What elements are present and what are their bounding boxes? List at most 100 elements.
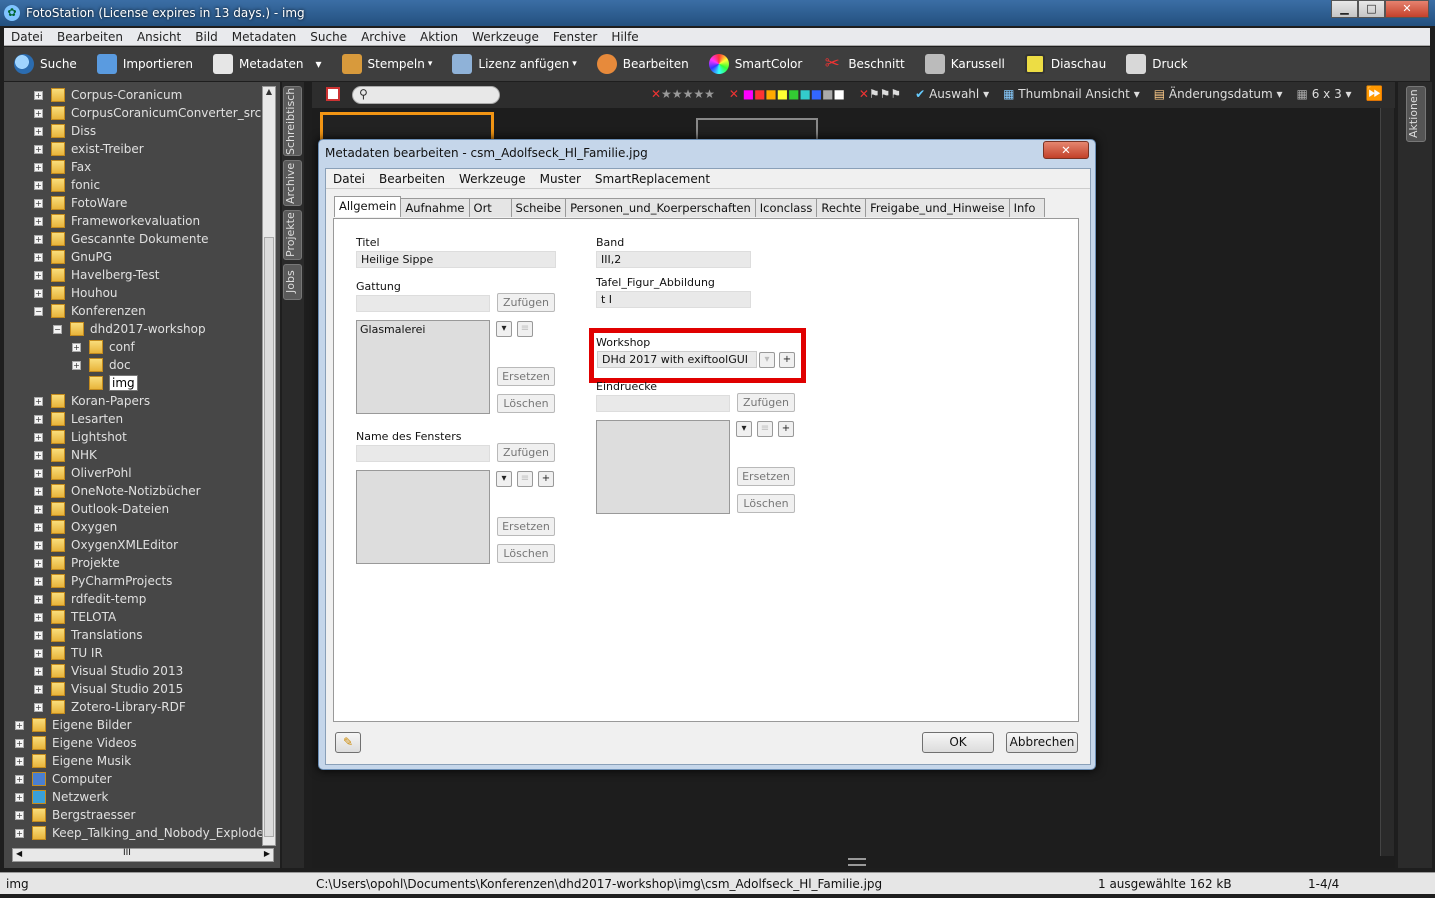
tree-node[interactable]: + Houhou	[12, 284, 262, 302]
tree-node[interactable]: + doc	[12, 356, 262, 374]
tree-node[interactable]: + Eigene Videos	[12, 734, 262, 752]
tree-expand-toggle[interactable]: +	[72, 360, 81, 370]
import-button[interactable]: Importieren	[87, 47, 203, 81]
tree-node[interactable]: + Visual Studio 2015	[12, 680, 262, 698]
grid-size-dropdown[interactable]: ▦ 6 x 3 ▾	[1297, 87, 1352, 101]
tree-expand-toggle[interactable]: +	[34, 432, 43, 442]
tree-expand-toggle[interactable]: +	[15, 774, 24, 784]
eindruecke-list[interactable]	[596, 420, 730, 514]
gattung-input[interactable]	[356, 295, 490, 312]
tab-rechte[interactable]: Rechte	[816, 198, 867, 217]
flag-filter[interactable]: ✕⚑⚑⚑	[859, 87, 901, 101]
tree-expand-toggle[interactable]: +	[34, 666, 43, 676]
tab-aktionen[interactable]: Aktionen	[1406, 86, 1426, 142]
tree-expand-toggle[interactable]: +	[15, 828, 24, 838]
menu-datei[interactable]: Datei	[4, 30, 50, 44]
tab-schreibtisch[interactable]: Schreibtisch	[283, 86, 302, 156]
tree-expand-toggle[interactable]: +	[34, 198, 43, 208]
eindruecke-delete-button[interactable]: Löschen	[737, 494, 795, 513]
menu-archive[interactable]: Archive	[354, 30, 413, 44]
tab-projekte[interactable]: Projekte	[283, 210, 302, 260]
tree-expand-toggle[interactable]: +	[34, 684, 43, 694]
tree-expand-toggle[interactable]: +	[34, 522, 43, 532]
menu-bild[interactable]: Bild	[188, 30, 225, 44]
tree-expand-toggle[interactable]: +	[34, 144, 43, 154]
tree-expand-toggle[interactable]: +	[34, 702, 43, 712]
dialog-close-button[interactable]: ✕	[1043, 141, 1089, 159]
ok-button[interactable]: OK	[922, 732, 994, 753]
tree-node[interactable]: + Lesarten	[12, 410, 262, 428]
tree-expand-toggle[interactable]: +	[34, 288, 43, 298]
tree-node[interactable]: + Visual Studio 2013	[12, 662, 262, 680]
tree-node[interactable]: + Diss	[12, 122, 262, 140]
tree-expand-toggle[interactable]: +	[34, 252, 43, 262]
minimize-button[interactable]: ▁	[1331, 0, 1358, 18]
tab-info[interactable]: Info	[1008, 198, 1045, 217]
tree-node[interactable]: + FotoWare	[12, 194, 262, 212]
fenster-delete-button[interactable]: Löschen	[497, 544, 555, 563]
tree-node[interactable]: + Zotero-Library-RDF	[12, 698, 262, 716]
tree-node[interactable]: + OliverPohl	[12, 464, 262, 482]
tab-jobs[interactable]: Jobs	[283, 264, 302, 300]
menu-werkzeuge[interactable]: Werkzeuge	[465, 30, 546, 44]
menu-suche[interactable]: Suche	[303, 30, 354, 44]
tree-expand-toggle[interactable]: +	[34, 450, 43, 460]
forward-icon[interactable]: ⏩	[1366, 86, 1383, 102]
slideshow-button[interactable]: Diaschau	[1015, 47, 1116, 81]
view-mode-dropdown[interactable]: ▦ Thumbnail Ansicht ▾	[1003, 87, 1140, 101]
gattung-delete-button[interactable]: Löschen	[497, 394, 555, 413]
dialog-menu-bearbeiten[interactable]: Bearbeiten	[372, 172, 452, 186]
tree-node[interactable]: + Gescannte Dokumente	[12, 230, 262, 248]
tree-node[interactable]: + exist-Treiber	[12, 140, 262, 158]
tree-expand-toggle[interactable]: +	[34, 126, 43, 136]
tree-node[interactable]: + Oxygen	[12, 518, 262, 536]
tree-expand-toggle[interactable]: +	[34, 180, 43, 190]
tree-expand-toggle[interactable]: +	[34, 216, 43, 226]
tree-expand-toggle[interactable]: +	[34, 90, 43, 100]
tree-expand-toggle[interactable]: +	[34, 558, 43, 568]
crop-button[interactable]: ✂ Beschnitt	[812, 47, 914, 81]
tree-expand-toggle[interactable]: +	[34, 414, 43, 424]
tree-expand-toggle[interactable]: +	[34, 594, 43, 604]
dialog-menu-datei[interactable]: Datei	[326, 172, 372, 186]
rating-filter[interactable]: ✕★★★★★	[651, 87, 715, 101]
tree-node[interactable]: + OxygenXMLEditor	[12, 536, 262, 554]
tree-expand-toggle[interactable]: +	[15, 810, 24, 820]
gattung-dropdown-button[interactable]: ▾	[496, 321, 512, 337]
tree-expand-toggle[interactable]: +	[34, 108, 43, 118]
tree-node[interactable]: + NHK	[12, 446, 262, 464]
eindruecke-dropdown-button[interactable]: ▾	[736, 421, 752, 437]
tree-node[interactable]: + Outlook-Dateien	[12, 500, 262, 518]
menu-bearbeiten[interactable]: Bearbeiten	[50, 30, 130, 44]
tab-aufnahme[interactable]: Aufnahme	[400, 198, 470, 217]
tree-node[interactable]: + Lightshot	[12, 428, 262, 446]
tree-expand-toggle[interactable]: +	[34, 234, 43, 244]
tab-scheibe[interactable]: Scheibe	[510, 198, 567, 217]
tree-node[interactable]: + OneNote-Notizbücher	[12, 482, 262, 500]
edit-template-button[interactable]: ✎	[335, 732, 361, 753]
tree-expand-toggle[interactable]: −	[34, 306, 43, 316]
fenster-plus-button[interactable]: +	[538, 471, 554, 487]
fenster-list-icon[interactable]: ≡	[517, 471, 533, 487]
tree-expand-toggle[interactable]: +	[34, 468, 43, 478]
tree-node[interactable]: + Koran-Papers	[12, 392, 262, 410]
tree-expand-toggle[interactable]: +	[72, 342, 81, 352]
tree-node[interactable]: + TU IR	[12, 644, 262, 662]
dialog-menu-werkzeuge[interactable]: Werkzeuge	[452, 172, 533, 186]
eindruecke-plus-button[interactable]: +	[778, 421, 794, 437]
tree-node[interactable]: + Translations	[12, 626, 262, 644]
gattung-list-item[interactable]: Glasmalerei	[360, 323, 425, 336]
gattung-list[interactable]: Glasmalerei	[356, 320, 490, 414]
tab-ort[interactable]: Ort	[468, 198, 512, 217]
cancel-button[interactable]: Abbrechen	[1006, 732, 1078, 753]
tree-node[interactable]: + Bergstraesser	[12, 806, 262, 824]
maximize-button[interactable]: □	[1358, 0, 1385, 18]
tree-node[interactable]: + GnuPG	[12, 248, 262, 266]
menu-metadaten[interactable]: Metadaten	[225, 30, 303, 44]
tree-node[interactable]: + TELOTA	[12, 608, 262, 626]
tab-freigabe[interactable]: Freigabe_und_Hinweise	[865, 198, 1010, 217]
tree-expand-toggle[interactable]: +	[15, 720, 24, 730]
thumbnail-1[interactable]	[320, 112, 494, 142]
tab-archive[interactable]: Archive	[283, 160, 302, 206]
tree-expand-toggle[interactable]: +	[34, 630, 43, 640]
